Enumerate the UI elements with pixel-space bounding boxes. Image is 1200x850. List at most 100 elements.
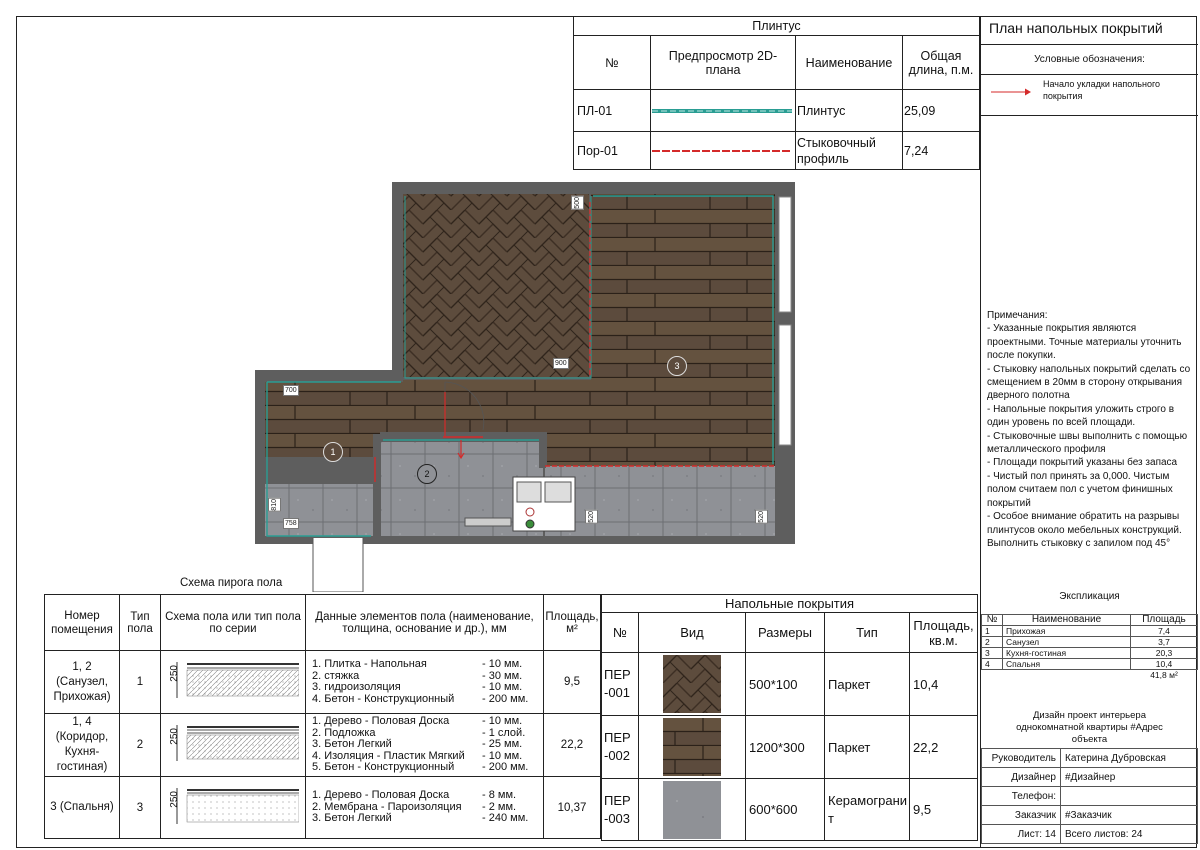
sig-value: Катерина Дубровская xyxy=(1060,748,1198,768)
layers-list: 1. Плитка - Напольная - 10 мм. 2. стяжка -… xyxy=(312,658,537,705)
title-header: План напольных покрытий xyxy=(981,16,1198,45)
room-number: 2 xyxy=(417,464,437,484)
area-cell: 9,5 xyxy=(543,650,601,714)
table-row: 2 Санузел 3,7 xyxy=(981,636,1198,648)
table-row: Пор-01 Стыковочный профиль 7,24 xyxy=(573,131,980,170)
table-row: 1 Прихожая 7,4 xyxy=(981,625,1198,637)
note-item: - Чистый пол принять за 0,000. Чистым по… xyxy=(987,470,1173,509)
table-row: Заказчик #Заказчик xyxy=(981,805,1198,825)
layers-cell: 1. Дерево - Половая Доска - 10 мм. 2. Под… xyxy=(305,713,544,777)
col-header: Размеры xyxy=(745,612,825,653)
col-header: Вид xyxy=(638,612,746,653)
col-header: Тип xyxy=(824,612,910,653)
dim-label: 500 xyxy=(571,196,584,210)
layer-thickness: - 10 мм. xyxy=(482,658,523,670)
covering-no: ПЕР -002 xyxy=(601,715,639,779)
layer-thickness: - 200 мм. xyxy=(482,692,529,705)
scheme-dim: 250 xyxy=(169,791,180,808)
col-header: № xyxy=(573,35,651,90)
covering-size: 600*600 xyxy=(745,778,825,841)
layer-name: 3. гидроизоляция xyxy=(312,681,401,693)
table-row: 41,8 м² xyxy=(982,670,1198,681)
sink-icon xyxy=(544,481,572,503)
expl-area: 3,7 xyxy=(1130,636,1198,648)
scheme-cell: 250 xyxy=(160,776,306,839)
baseboard-preview xyxy=(650,89,796,132)
floor-plan-drawing xyxy=(255,182,795,592)
col-header: Площадь, м² xyxy=(543,594,601,651)
project-name: Дизайн проект интерьера однокомнатной кв… xyxy=(1016,710,1163,745)
notes-title: Примечания: xyxy=(987,310,1048,321)
note-item: - Стыковку напольных покрытий сделать со… xyxy=(987,363,1191,402)
table-row: 3 Кухня-гостиная 20,3 xyxy=(981,647,1198,659)
layer-name: 5. Бетон - Конструкционный xyxy=(312,761,455,774)
dim-label: 520 xyxy=(755,510,768,524)
herringbone-floor xyxy=(403,194,589,377)
note-item: - Особое внимание обратить на разрывы пл… xyxy=(987,511,1182,549)
table-row: 3 (Спальня) 3 250 1. Дерево - Половая До… xyxy=(44,776,601,839)
expl-no: 3 xyxy=(981,647,1003,659)
sheet-number: Лист: 14 xyxy=(981,824,1061,844)
room-number: 1 xyxy=(323,442,343,462)
countertop xyxy=(464,517,512,527)
explication-table: № Наименование Площадь 1 Прихожая 7,4 2 … xyxy=(981,614,1198,680)
expl-area: 20,3 xyxy=(1130,647,1198,659)
layer-name: 1. Плитка - Напольная xyxy=(312,658,427,670)
note-item: - Стыковочные швы выполнить с помощью ме… xyxy=(987,430,1188,456)
hob-icon xyxy=(525,519,535,529)
expl-no: 2 xyxy=(981,636,1003,648)
notes: Примечания: - Указанные покрытия являютс… xyxy=(987,309,1193,550)
table-row: Телефон: xyxy=(981,786,1198,806)
layer-item: 3. гидроизоляция - 10 мм. xyxy=(312,681,537,694)
plan-title: План напольных покрытий xyxy=(989,20,1163,36)
table-row: 1, 4 (Коридор, Кухня-гостиная) 2 250 1. … xyxy=(44,713,601,777)
col-header: Предпросмотр 2D-плана xyxy=(650,35,796,90)
room-cell: 3 (Спальня) xyxy=(44,776,120,839)
layer-item: 5. Бетон - Конструкционный - 200 мм. xyxy=(312,762,537,774)
covering-size: 500*100 xyxy=(745,652,825,716)
covering-type: Паркет xyxy=(824,715,910,779)
tile-swatch-icon xyxy=(663,780,721,839)
covering-preview xyxy=(638,778,746,841)
covering-area: 22,2 xyxy=(909,715,978,779)
sig-role: Руководитель xyxy=(981,748,1061,768)
floor-cake-title: Схема пирога пола xyxy=(180,577,283,589)
room-number: 3 xyxy=(667,356,687,376)
scheme-cell: 250 xyxy=(160,650,306,714)
layer-thickness: - 240 мм. xyxy=(482,812,529,825)
bath-wall xyxy=(539,434,546,468)
explication-title: Экспликация xyxy=(1059,591,1120,602)
col-header: Схема пола или тип пола по серии xyxy=(160,594,306,651)
col-header: Тип пола xyxy=(119,594,161,651)
sig-value xyxy=(1060,786,1198,806)
expl-header: Площадь xyxy=(1130,614,1198,626)
expl-area: 7,4 xyxy=(1130,625,1198,637)
scheme-dim: 250 xyxy=(169,728,180,745)
window xyxy=(778,196,792,313)
sig-role: Заказчик xyxy=(981,805,1061,825)
window xyxy=(778,324,792,446)
covering-no: ПЕР -003 xyxy=(601,778,639,841)
area-cell: 10,37 xyxy=(543,776,601,839)
sig-role: Телефон: xyxy=(981,786,1061,806)
type-cell: 2 xyxy=(119,713,161,777)
scheme-cell: 250 xyxy=(160,713,306,777)
expl-name: Санузел xyxy=(1002,636,1131,648)
table-row: 1, 2 (Санузел, Прихожая) 1 250 1. Плитка… xyxy=(44,650,601,714)
expl-name: Спальня xyxy=(1002,658,1131,670)
profile-line-icon xyxy=(652,149,792,152)
scheme-dim: 250 xyxy=(169,665,180,682)
dim-label: 900 xyxy=(553,358,569,369)
expl-no: 1 xyxy=(981,625,1003,637)
col-header: Наименование xyxy=(795,35,903,90)
floor-plan: 500 900 700 810 758 520 520 1 2 3 xyxy=(255,182,795,592)
baseboard-table-wrap: Плинтус № Предпросмотр 2D-плана Наименов… xyxy=(573,16,980,170)
covering-preview xyxy=(638,652,746,716)
covering-area: 9,5 xyxy=(909,778,978,841)
note-item: - Напольные покрытия уложить строго в од… xyxy=(987,403,1175,429)
layers-list: 1. Дерево - Половая Доска - 10 мм. 2. Под… xyxy=(312,716,537,774)
floor-coverings-table: Напольные покрытия № Вид Размеры Тип Пло… xyxy=(601,594,978,841)
layer-name: 3. Бетон Легкий xyxy=(312,812,392,825)
dim-label: 810 xyxy=(268,498,281,512)
layers-cell: 1. Дерево - Половая Доска - 8 мм. 2. Мемб… xyxy=(305,776,544,839)
